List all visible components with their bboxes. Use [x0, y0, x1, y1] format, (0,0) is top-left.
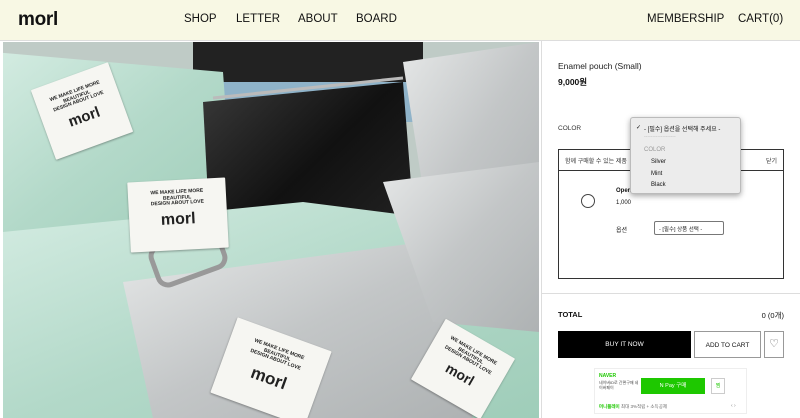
total-label: TOTAL — [558, 310, 583, 319]
naver-logo: NAVER — [599, 373, 617, 379]
naver-desc: 네이버ID로 간편구매 네이버페이 — [599, 380, 639, 390]
naver-footer-brand: 머니플레이 — [599, 404, 620, 409]
wishlist-heart-icon[interactable]: ♡ — [764, 331, 784, 358]
product-price: 9,000원 — [558, 77, 588, 87]
site-header: morl SHOP LETTER ABOUT BOARD MEMBERSHIP … — [0, 0, 800, 41]
product-info-panel: Enamel pouch (Small) 9,000원 COLOR 함께 구매할… — [541, 41, 800, 418]
dropdown-option-mint[interactable]: Mint — [651, 171, 662, 177]
related-products-title: 함께 구매할 수 있는 제품 — [565, 159, 627, 165]
nav-letter[interactable]: LETTER — [236, 13, 280, 25]
color-label: COLOR — [558, 125, 582, 132]
add-to-cart-button[interactable]: ADD TO CART — [694, 331, 761, 358]
close-button[interactable]: 닫기 — [766, 156, 777, 165]
product-photo: WE MAKE LIFE MORE BEAUTIFUL DESIGN ABOUT… — [3, 42, 539, 418]
naver-footer: 머니플레이 최대 3%적립 + 소득공제 — [599, 404, 667, 410]
checkmark-icon: ✓ — [636, 125, 642, 131]
dropdown-group-label: COLOR — [644, 147, 666, 153]
dropdown-selected-option[interactable]: - [필수] 옵션을 선택해 주세요 - — [644, 124, 720, 133]
product-name: Enamel pouch (Small) — [558, 61, 642, 71]
nav-board[interactable]: BOARD — [356, 13, 397, 25]
dropdown-divider: ------------------- — [644, 134, 676, 140]
pouch-label-center: WE MAKE LIFE MORE BEAUTIFUL DESIGN ABOUT… — [127, 177, 229, 253]
naver-zzim-button[interactable]: 찜 — [711, 378, 725, 394]
site-logo[interactable]: morl — [18, 9, 58, 31]
divider — [542, 293, 800, 294]
naver-pay-widget: NAVER 네이버ID로 간편구매 네이버페이 N Pay 구매 찜 머니플레이… — [594, 368, 747, 414]
related-product-price: 1,000 — [616, 200, 632, 206]
nav-cart[interactable]: CART(0) — [738, 13, 783, 25]
total-value: 0 (0개) — [761, 311, 784, 320]
dropdown-option-silver[interactable]: Silver — [651, 159, 666, 165]
buy-now-button[interactable]: BUY IT NOW — [558, 331, 691, 358]
option-label: 옵션 — [616, 228, 628, 234]
related-product-radio[interactable] — [581, 194, 595, 208]
naver-nav-arrows-icon[interactable]: ‹ › — [731, 403, 736, 409]
color-dropdown-menu[interactable]: ✓ - [필수] 옵션을 선택해 주세요 - -----------------… — [630, 117, 741, 194]
naver-pay-button[interactable]: N Pay 구매 — [641, 378, 705, 394]
related-option-select[interactable]: - [필수] 상품 선택 - — [654, 221, 724, 235]
naver-footer-text: 최대 3%적립 + 소득공제 — [620, 404, 667, 409]
nav-about[interactable]: ABOUT — [298, 13, 338, 25]
nav-shop[interactable]: SHOP — [184, 13, 217, 25]
nav-membership[interactable]: MEMBERSHIP — [647, 13, 724, 25]
label-brand: morl — [160, 209, 196, 229]
dropdown-option-black[interactable]: Black — [651, 182, 666, 188]
